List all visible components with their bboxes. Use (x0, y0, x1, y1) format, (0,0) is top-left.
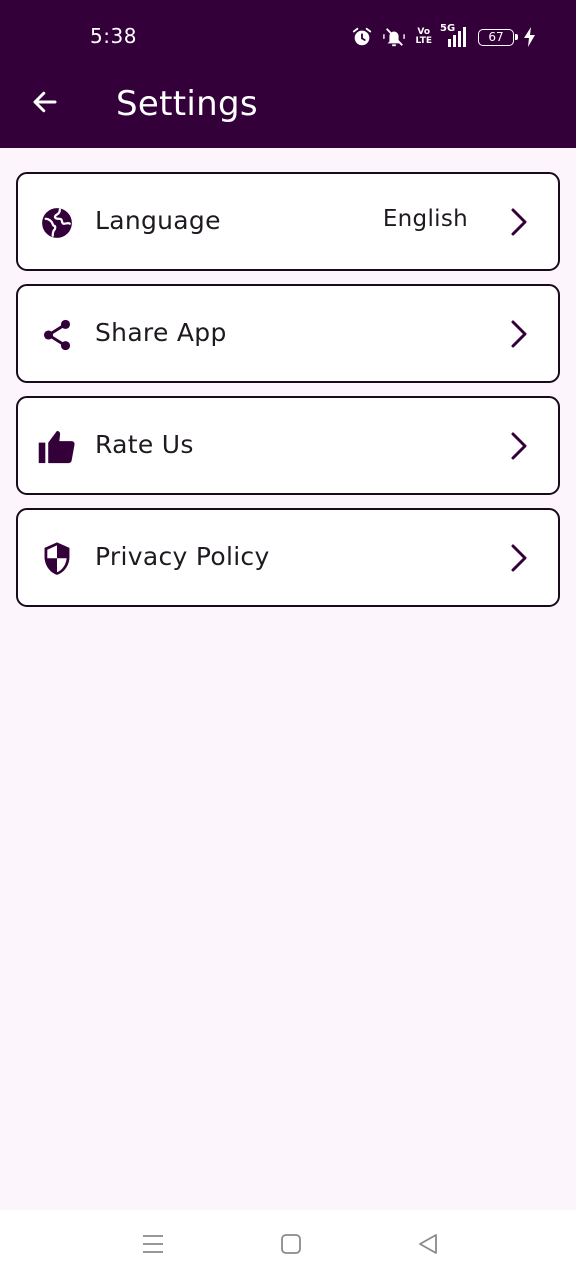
settings-item-label: Rate Us (95, 430, 194, 459)
arrow-left-icon (30, 87, 60, 121)
back-triangle-icon (417, 1233, 439, 1259)
settings-item-privacy-policy[interactable]: Privacy Policy (16, 508, 560, 607)
signal-icon: 5G (440, 23, 470, 48)
battery-icon: 67 (478, 28, 518, 46)
status-bar: 5:38 Vo LTE 5G 67 (0, 0, 576, 74)
chevron-right-icon (506, 431, 532, 461)
mute-icon (381, 26, 407, 48)
app-bar: Settings (0, 74, 576, 148)
status-icons: Vo LTE 5G 67 (351, 24, 536, 50)
home-square-icon (280, 1233, 302, 1259)
chevron-right-icon (506, 319, 532, 349)
settings-item-share-app[interactable]: Share App (16, 284, 560, 383)
home-button[interactable] (277, 1232, 305, 1260)
battery-level: 67 (488, 29, 504, 44)
recent-apps-button[interactable] (139, 1232, 167, 1260)
menu-icon (141, 1233, 165, 1259)
thumbs-up-icon (38, 428, 76, 466)
system-back-button[interactable] (414, 1232, 442, 1260)
page-title: Settings (116, 84, 258, 124)
chevron-right-icon (506, 207, 532, 237)
network-bottom-label: LTE (415, 36, 432, 46)
charging-icon (524, 27, 536, 47)
chevron-right-icon (506, 543, 532, 573)
volte-icon: Vo LTE (415, 28, 432, 46)
globe-icon (38, 204, 76, 242)
status-time: 5:38 (90, 24, 137, 48)
language-value: English (382, 206, 468, 232)
settings-screen: 5:38 Vo LTE 5G 67 Settings Language Engl… (0, 0, 576, 1280)
settings-item-label: Language (95, 206, 221, 235)
settings-item-rate-us[interactable]: Rate Us (16, 396, 560, 495)
shield-icon (38, 540, 76, 578)
settings-list: Language English Share App Rate Us Priva… (16, 172, 560, 620)
settings-item-label: Privacy Policy (95, 542, 270, 571)
alarm-icon (351, 26, 373, 48)
settings-item-label: Share App (95, 318, 227, 347)
share-icon (38, 316, 76, 354)
settings-item-language[interactable]: Language English (16, 172, 560, 271)
network-type-label: 5G (440, 23, 456, 34)
back-button[interactable] (22, 81, 68, 127)
system-nav-bar (0, 1210, 576, 1280)
